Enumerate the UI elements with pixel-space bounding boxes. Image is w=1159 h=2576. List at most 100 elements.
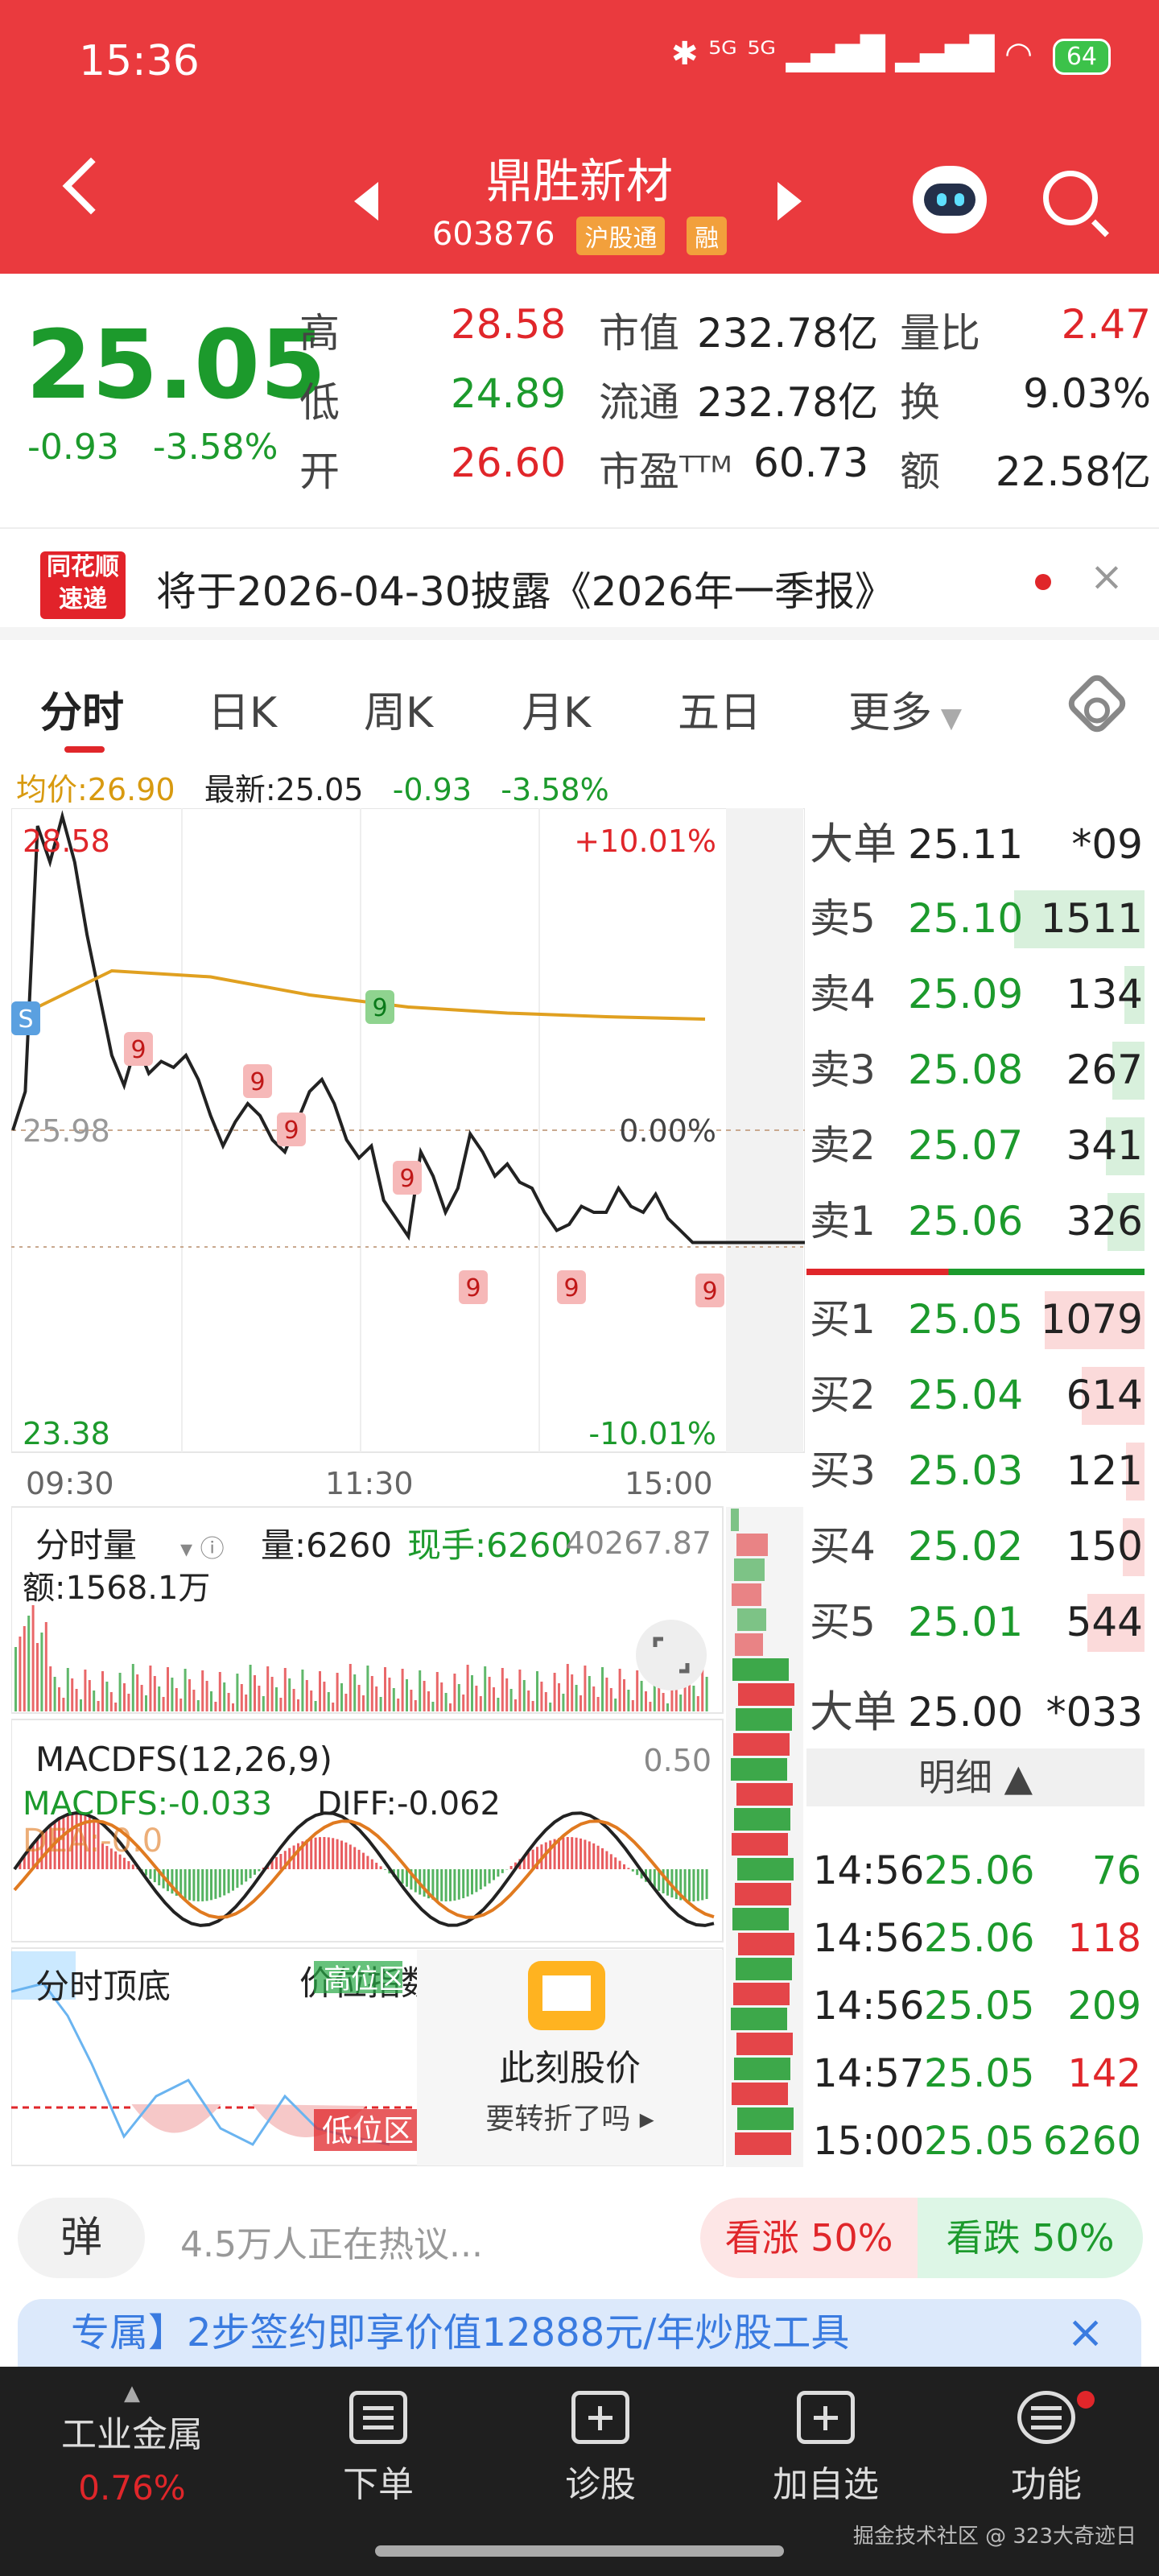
macd-bar	[153, 1869, 156, 1883]
nav-add-watchlist[interactable]: 加自选	[737, 2391, 914, 2507]
vol-dropdown-icon[interactable]: ▾ ⓘ	[180, 1535, 225, 1563]
promo-banner[interactable]: 专属】2步签约即享价值12888元/年炒股工具 ×	[18, 2299, 1141, 2367]
robot-assistant-icon[interactable]	[913, 166, 987, 233]
notification-badge-icon	[1077, 2391, 1095, 2409]
notice-bar[interactable]: 同花顺 速递 将于2026-04-30披露《2026年一季报》 ×	[0, 527, 1159, 640]
volume-bar	[566, 1664, 569, 1711]
tick-bar	[738, 1683, 794, 1706]
tick-bar	[737, 1608, 766, 1631]
macd-bar	[592, 1843, 596, 1869]
volume-bar	[114, 1703, 118, 1711]
signal-marker[interactable]: 9	[399, 1165, 415, 1193]
buy-row[interactable]: 买2 25.04 614	[806, 1359, 1145, 1431]
notice-close-icon[interactable]: ×	[1090, 553, 1124, 600]
tab-monthly-k[interactable]: 月K	[522, 679, 591, 739]
buy-row[interactable]: 买3 25.03 121	[806, 1435, 1145, 1507]
macd-bar	[623, 1864, 625, 1869]
macd-bar	[509, 1865, 513, 1869]
signal-marker[interactable]: 9	[250, 1068, 265, 1096]
signal-marker[interactable]: 9	[702, 1278, 717, 1306]
volume-bar	[592, 1686, 596, 1711]
sell-row[interactable]: 卖3 25.08 267	[806, 1034, 1145, 1106]
volume-bar	[145, 1695, 147, 1711]
volume-bar	[14, 1647, 17, 1711]
volume-bar	[310, 1690, 313, 1711]
discussion-text[interactable]: 4.5万人正在热议...	[180, 2215, 483, 2267]
intraday-chart[interactable]: S999999 9 9 28.58 25.98 23.38 +10.01% 0.00…	[11, 808, 805, 2169]
tick-bar	[732, 1583, 761, 1606]
volume-bar	[462, 1695, 465, 1711]
turnover-label: 换	[900, 379, 940, 426]
volume-bar	[419, 1670, 422, 1711]
macd-title[interactable]: MACDFS(12,26,9)	[35, 1740, 332, 1779]
volume-bar	[275, 1687, 278, 1711]
tab-daily-k[interactable]: 日K	[208, 679, 277, 739]
sell-row[interactable]: 卖5 25.10 1511	[806, 882, 1145, 955]
signal-marker[interactable]: 9	[563, 1274, 579, 1302]
detail-toggle[interactable]: 明细 ▲	[806, 1748, 1145, 1806]
buy-row[interactable]: 买5 25.01 544	[806, 1586, 1145, 1658]
home-indicator[interactable]	[375, 2545, 784, 2557]
volume-bar	[301, 1670, 304, 1711]
tick-bar	[733, 1733, 790, 1756]
tick-bar	[736, 1708, 792, 1731]
nav-sector[interactable]: ▲ 工业金属 0.76%	[43, 2381, 221, 2508]
macd-bar	[457, 1869, 460, 1900]
x-tick-1130: 11:30	[325, 1466, 414, 1501]
buy-row[interactable]: 买4 25.02 150	[806, 1510, 1145, 1583]
topbottom-title[interactable]: 分时顶底	[35, 1967, 171, 2006]
volume-bar	[662, 1693, 665, 1711]
macd-bar	[201, 1869, 204, 1901]
nav-order[interactable]: 下单	[290, 2391, 467, 2507]
vol-amount: 额:1568.1万	[23, 1570, 210, 1607]
signal-marker[interactable]: 9	[283, 1117, 299, 1145]
volume-bar	[449, 1703, 452, 1711]
macd-bar	[279, 1854, 283, 1869]
sell-row[interactable]: 卖1 25.06 326	[806, 1185, 1145, 1257]
settings-icon[interactable]	[1063, 670, 1131, 737]
volume-bar	[80, 1699, 82, 1711]
volume-bar	[370, 1676, 373, 1711]
trade-volume: 6260	[1042, 2119, 1141, 2164]
sell-row[interactable]: 卖4 25.09 134	[806, 958, 1145, 1030]
signal-marker[interactable]: S	[18, 1005, 33, 1034]
tab-five-day[interactable]: 五日	[678, 679, 761, 739]
signal-marker[interactable]: 9	[465, 1274, 481, 1302]
search-icon[interactable]	[1043, 171, 1098, 225]
nav-functions[interactable]: 功能	[958, 2391, 1135, 2507]
volume-bar	[666, 1703, 669, 1711]
buy-row[interactable]: 买1 25.05 1079	[806, 1283, 1145, 1356]
high-label: 高	[299, 310, 340, 357]
volume-bar	[167, 1667, 169, 1711]
macd-dea: DEA:-0.0	[23, 1823, 163, 1860]
signal-marker[interactable]: 9	[130, 1036, 146, 1064]
tab-intraday[interactable]: 分时	[40, 679, 124, 739]
sell-row[interactable]: 卖2 25.07 341	[806, 1109, 1145, 1182]
tab-weekly-k[interactable]: 周K	[364, 679, 433, 739]
signal-marker[interactable]: 9	[372, 994, 387, 1022]
vote-bull-button[interactable]: 看涨 50%	[700, 2198, 918, 2278]
tick-bar	[735, 1633, 763, 1656]
macd-bar	[406, 1869, 408, 1887]
volume-bar	[254, 1675, 256, 1711]
sell-volume: 326	[1066, 1198, 1143, 1245]
trade-volume: 209	[1067, 1984, 1141, 2029]
promo-card-subtitle: 要转折了吗 ▸	[485, 2103, 654, 2136]
tab-more[interactable]: 更多 ▼	[848, 679, 962, 739]
expand-icon[interactable]	[636, 1620, 707, 1690]
macd-bar	[705, 1869, 708, 1900]
vote-bear-button[interactable]: 看跌 50%	[918, 2198, 1143, 2278]
volume-bar	[544, 1692, 547, 1711]
macd-bar	[210, 1869, 212, 1901]
change-value: -0.93	[27, 427, 119, 468]
promo-close-icon[interactable]: ×	[1066, 2299, 1104, 2367]
volume-bar	[184, 1669, 187, 1711]
notice-text[interactable]: 将于2026-04-30披露《2026年一季报》	[156, 559, 895, 617]
nav-diagnose[interactable]: 诊股	[512, 2391, 689, 2507]
trade-price: 25.05	[924, 2051, 1035, 2096]
chart-info-row: 均价:26.90 最新:25.05 -0.93 -3.58%	[16, 765, 609, 809]
buy-sell-ratio-bar	[806, 1269, 1145, 1275]
trade-volume: 118	[1067, 1916, 1141, 1961]
barrage-button[interactable]: 弹	[18, 2198, 145, 2278]
vol-title[interactable]: 分时量	[35, 1525, 137, 1565]
